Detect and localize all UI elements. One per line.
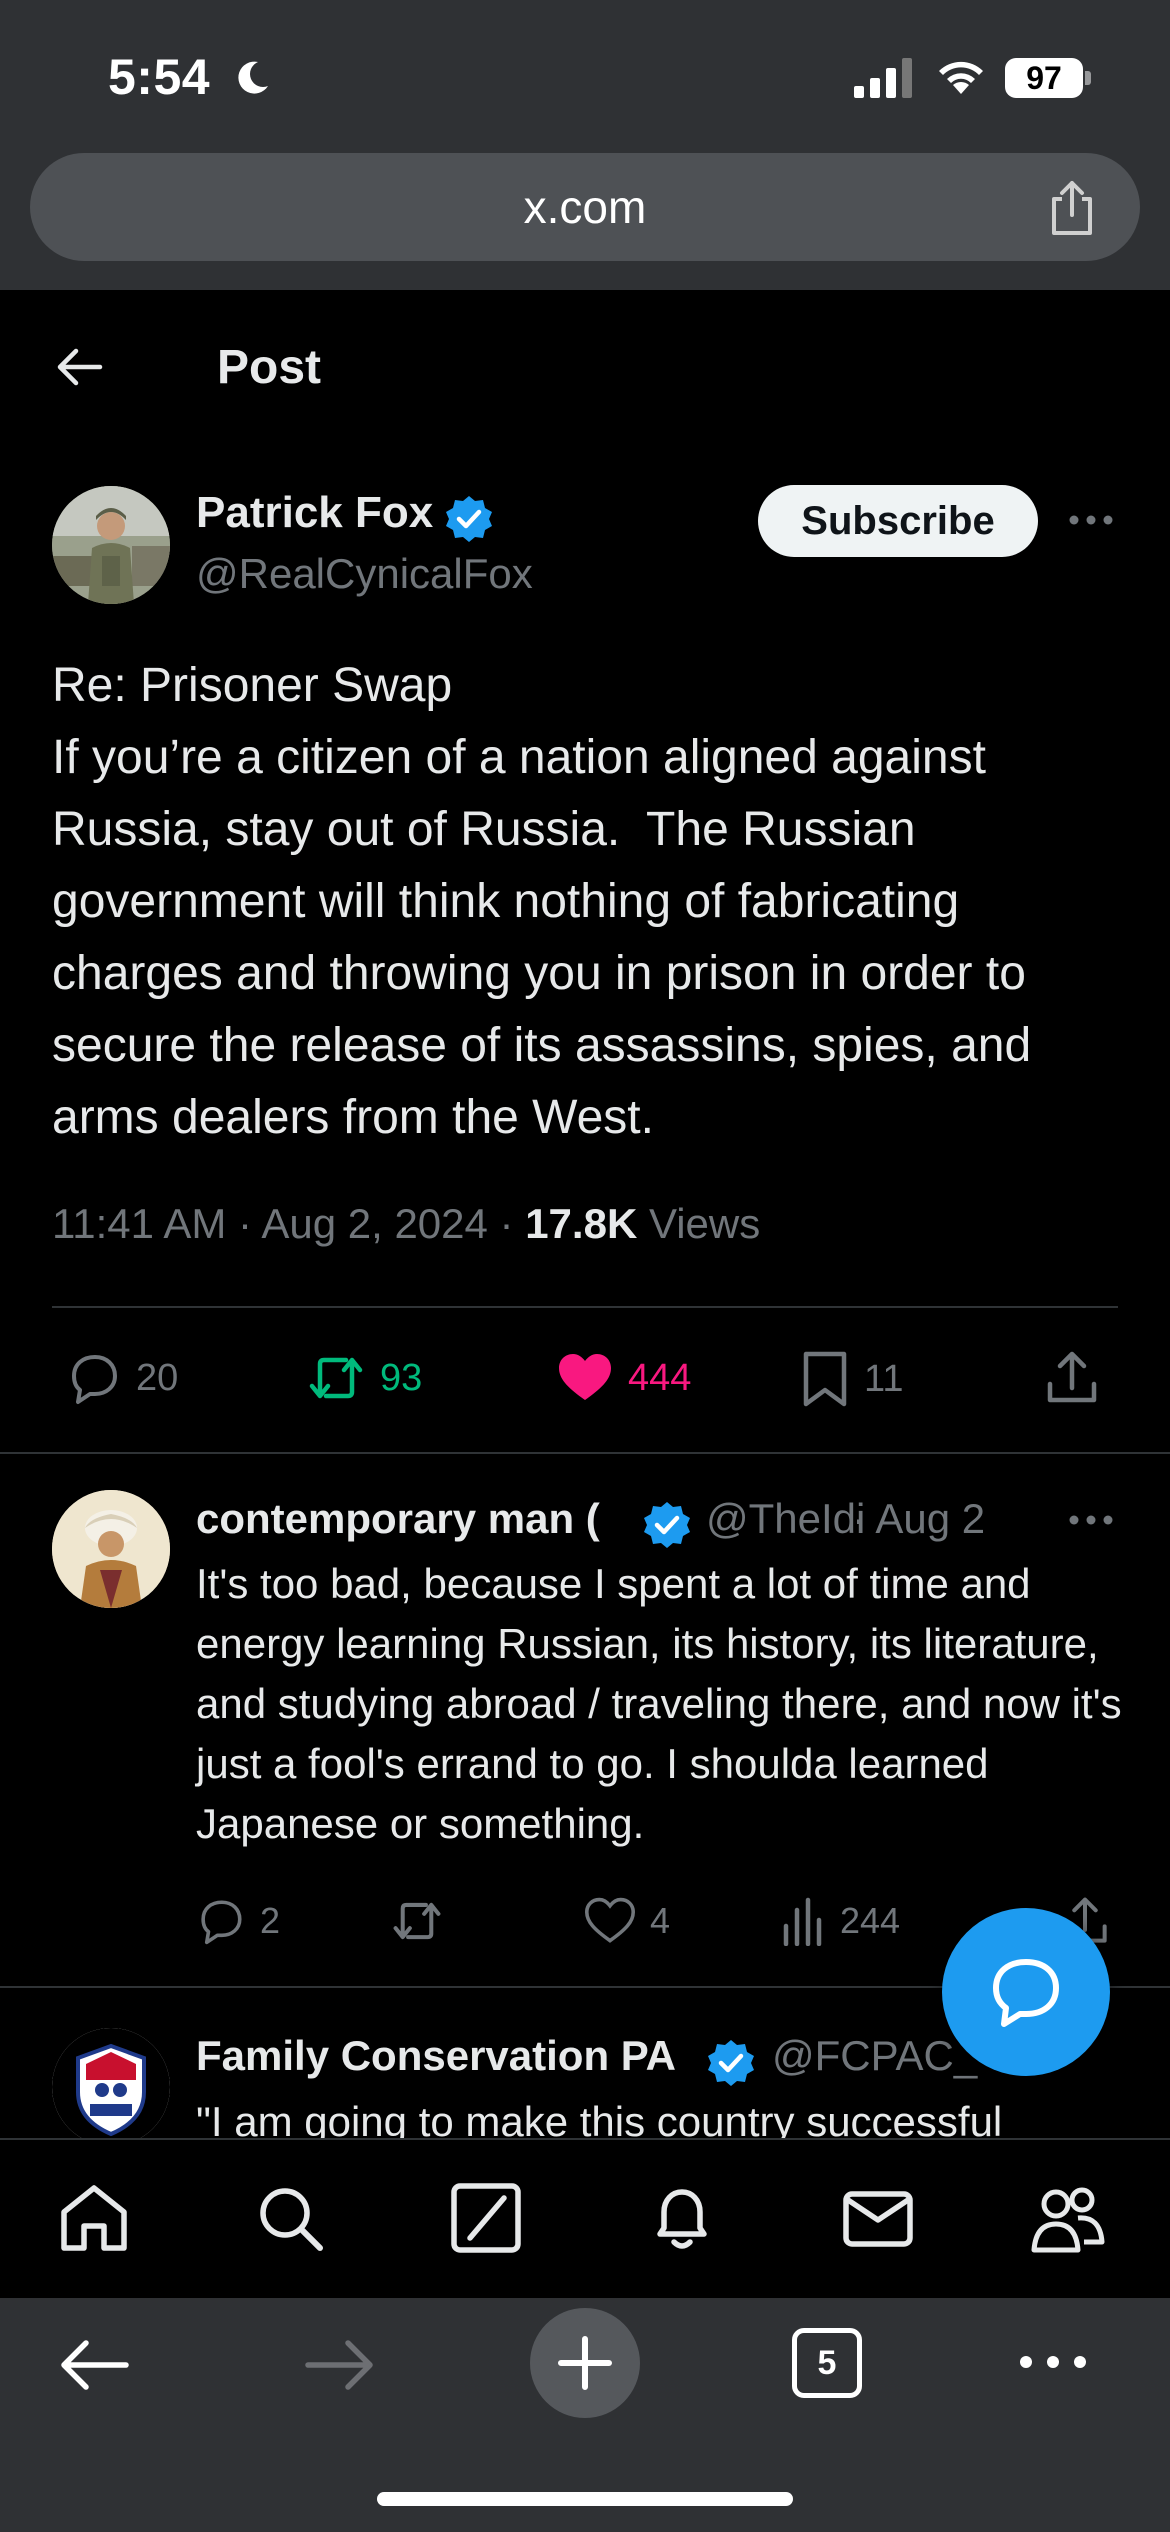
like-count: 444: [628, 1356, 692, 1399]
new-tab-button[interactable]: [530, 2308, 640, 2418]
author-avatar[interactable]: [52, 486, 170, 604]
more-options-icon[interactable]: [1066, 508, 1116, 532]
verified-badge-icon: [446, 496, 492, 542]
divider: [0, 1452, 1170, 1454]
more-options-icon[interactable]: [1016, 2350, 1090, 2374]
views-count[interactable]: 17.8K: [525, 1200, 637, 1247]
analytics-icon: [783, 1897, 822, 1946]
cellular-signal-icon: [854, 58, 912, 98]
compose-reply-button[interactable]: [942, 1908, 1110, 2076]
url-text[interactable]: x.com: [30, 153, 1140, 261]
browser-back-icon[interactable]: [58, 2336, 130, 2394]
communities-people-icon[interactable]: [1030, 2180, 1106, 2256]
home-icon[interactable]: [56, 2180, 132, 2256]
chat-bubble-icon: [993, 1959, 1059, 2027]
like-count: 4: [650, 1900, 671, 1941]
repost-icon: [309, 1357, 363, 1399]
views-label: Views: [637, 1200, 761, 1247]
reply-author-handle[interactable]: @TheIdi: [706, 1495, 866, 1543]
bookmark-count: 11: [864, 1357, 904, 1400]
home-indicator: [377, 2492, 793, 2506]
grok-icon[interactable]: [448, 2180, 524, 2256]
reply-text: It's too bad, because I spent a lot of t…: [196, 1560, 1122, 1847]
verified-badge-icon: [708, 2040, 754, 2086]
reply-avatar[interactable]: [52, 2028, 170, 2138]
divider: [52, 1306, 1118, 1308]
heart-filled-icon: [559, 1354, 611, 1400]
notifications-bell-icon[interactable]: [644, 2180, 720, 2256]
post-text: Re: Prisoner Swap If you’re a citizen of…: [52, 659, 1032, 1144]
repost-action[interactable]: 93: [306, 1350, 422, 1406]
browser-forward-icon[interactable]: [304, 2336, 376, 2394]
reply-count: 20: [136, 1356, 179, 1399]
reply-author-name[interactable]: Family Conservation PA: [196, 2032, 702, 2080]
like-action[interactable]: 444: [556, 1350, 691, 1406]
battery-level: 97: [1005, 58, 1083, 98]
share-action[interactable]: [1044, 1350, 1100, 1406]
back-arrow-icon[interactable]: [54, 342, 104, 392]
reply-icon: [201, 1900, 242, 1945]
bottom-tab-bar: [0, 2138, 1170, 2298]
wifi-icon: [939, 61, 983, 94]
reply-count: 2: [260, 1900, 281, 1941]
search-icon[interactable]: [252, 2180, 328, 2256]
repost-icon: [393, 1902, 441, 1940]
bookmark-action[interactable]: 11: [800, 1350, 903, 1408]
moon-icon: [238, 61, 268, 94]
post-timestamp: 11:41 AM · Aug 2, 2024 ·: [52, 1200, 526, 1247]
messages-mail-icon[interactable]: [840, 2180, 916, 2256]
repost-count: 93: [380, 1356, 423, 1399]
heart-icon: [584, 1897, 636, 1943]
author-name[interactable]: Patrick Fox: [196, 488, 433, 538]
verified-badge-icon: [644, 1502, 690, 1548]
repost-action[interactable]: [390, 1896, 444, 1946]
share-icon: [1047, 1351, 1097, 1403]
battery-indicator: 97: [1005, 58, 1091, 98]
like-action[interactable]: 4: [584, 1896, 670, 1946]
subscribe-button[interactable]: Subscribe: [758, 485, 1038, 557]
views-count: 244: [840, 1900, 901, 1941]
post-header: [0, 290, 1170, 450]
reply-author-name[interactable]: contemporary man (: [196, 1495, 600, 1543]
views-action[interactable]: 244: [782, 1896, 900, 1946]
page-title: Post: [217, 341, 322, 394]
reply-action[interactable]: 2: [196, 1896, 280, 1946]
reply-avatar[interactable]: [52, 1490, 170, 1608]
tabs-count: 5: [792, 2328, 862, 2398]
more-options-icon[interactable]: [1066, 1508, 1116, 1532]
reply-action[interactable]: 20: [66, 1350, 178, 1406]
reply-author-handle[interactable]: @FCPAC_: [772, 2032, 977, 2080]
battery-tip: [1085, 71, 1091, 85]
reply-time[interactable]: · Aug 2: [852, 1495, 985, 1543]
author-handle[interactable]: @RealCynicalFox: [196, 550, 533, 598]
post-metadata: 11:41 AM · Aug 2, 2024 · 17.8K Views: [52, 1200, 760, 1248]
reply-text: "I am going to make this country success…: [196, 2098, 1003, 2138]
address-bar[interactable]: x.com: [30, 153, 1140, 261]
reply-icon: [72, 1355, 117, 1404]
share-icon[interactable]: [1044, 179, 1100, 237]
status-time: 5:54: [108, 49, 211, 105]
bookmark-icon: [803, 1351, 847, 1407]
plus-icon: [558, 2336, 612, 2390]
